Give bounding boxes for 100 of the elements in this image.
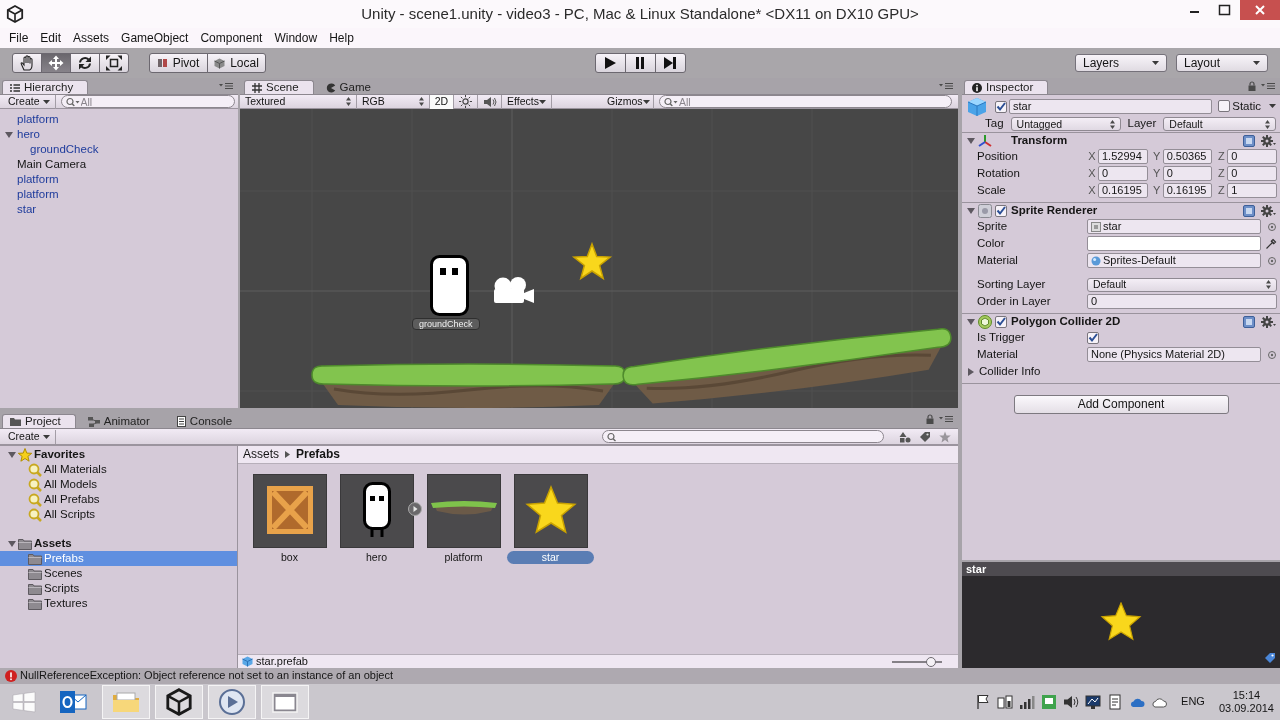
pause-button[interactable] bbox=[624, 53, 656, 73]
effects-dropdown[interactable]: Effects bbox=[502, 94, 552, 109]
hierarchy-item[interactable]: Main Camera bbox=[17, 157, 87, 172]
tree-item[interactable]: Favorites bbox=[8, 447, 86, 462]
panel-tab[interactable]: Inspector bbox=[964, 80, 1049, 94]
signal-bars-icon[interactable] bbox=[1019, 694, 1036, 710]
gear-icon[interactable] bbox=[1261, 204, 1276, 217]
clock-date[interactable]: 03.09.2014 bbox=[1218, 702, 1274, 715]
clock-time[interactable]: 15:14 bbox=[1232, 689, 1261, 702]
gear-icon[interactable] bbox=[1261, 134, 1276, 147]
help-icon[interactable] bbox=[1243, 134, 1255, 147]
panel-tab[interactable]: Console bbox=[168, 414, 248, 428]
number-field[interactable]: 0 bbox=[1162, 166, 1213, 181]
tree-item[interactable]: Scenes bbox=[28, 566, 83, 581]
asset-label[interactable]: platform bbox=[438, 551, 489, 564]
sorting-layer-dropdown[interactable]: Default bbox=[1087, 277, 1277, 292]
tag-icon[interactable] bbox=[919, 430, 931, 443]
search-field[interactable]: All bbox=[659, 95, 952, 108]
play-button[interactable] bbox=[594, 53, 626, 73]
help-icon[interactable] bbox=[1243, 315, 1255, 328]
disclosure-triangle-icon[interactable] bbox=[967, 318, 975, 325]
layout-dropdown[interactable]: Layout bbox=[1176, 54, 1268, 72]
tree-item[interactable]: Scripts bbox=[28, 581, 80, 596]
asset-label[interactable]: star bbox=[507, 551, 594, 564]
platform-thumbnail[interactable] bbox=[426, 474, 501, 548]
close-button[interactable] bbox=[1240, 0, 1280, 20]
help-icon[interactable] bbox=[1243, 204, 1255, 217]
tag-icon[interactable] bbox=[1264, 652, 1276, 664]
asset-label[interactable]: hero bbox=[360, 551, 393, 564]
checkbox[interactable] bbox=[1087, 331, 1099, 344]
tree-item[interactable]: All Prefabs bbox=[28, 492, 100, 507]
gear-icon[interactable] bbox=[1261, 315, 1276, 328]
step-button[interactable] bbox=[654, 53, 686, 73]
star-thumbnail[interactable] bbox=[513, 474, 588, 548]
panel-menu-icon[interactable] bbox=[939, 82, 953, 90]
search-field[interactable]: All bbox=[60, 95, 235, 108]
hierarchy-item[interactable]: groundCheck bbox=[30, 142, 99, 157]
panel-tab[interactable]: Project bbox=[2, 414, 76, 428]
object-picker-icon[interactable] bbox=[1267, 349, 1277, 360]
add-component-button[interactable]: Add Component bbox=[1013, 395, 1229, 414]
disclosure-triangle-icon[interactable] bbox=[8, 540, 16, 547]
disclosure-triangle-icon[interactable] bbox=[967, 367, 975, 376]
breadcrumb-link[interactable]: Assets bbox=[243, 447, 279, 462]
menu-item[interactable]: Edit bbox=[34, 30, 68, 46]
number-field[interactable]: 0 bbox=[1227, 166, 1277, 181]
enabled-checkbox[interactable] bbox=[995, 204, 1007, 217]
disclosure-triangle-icon[interactable] bbox=[967, 207, 975, 214]
tag-dropdown[interactable]: Untagged bbox=[1010, 117, 1121, 131]
panel-tab[interactable]: Hierarchy bbox=[2, 80, 89, 94]
taskbar-button[interactable] bbox=[155, 685, 203, 719]
disclosure-triangle-icon[interactable] bbox=[967, 137, 975, 144]
pivot-button[interactable]: Pivot bbox=[149, 53, 208, 73]
hierarchy-item[interactable]: platform bbox=[17, 187, 59, 202]
lock-icon[interactable] bbox=[926, 414, 934, 424]
active-checkbox[interactable] bbox=[995, 100, 1007, 113]
color-field[interactable] bbox=[1087, 236, 1261, 251]
menu-item[interactable]: Assets bbox=[67, 30, 116, 46]
create-dropdown[interactable]: Create bbox=[3, 429, 56, 444]
menu-item[interactable]: Component bbox=[194, 30, 269, 46]
flag-icon[interactable] bbox=[975, 694, 992, 710]
tree-item[interactable]: All Models bbox=[28, 477, 98, 492]
2d-toggle[interactable]: 2D bbox=[430, 94, 454, 109]
slider-thumb[interactable] bbox=[926, 656, 936, 667]
panel-tab[interactable]: Game bbox=[317, 80, 386, 94]
menu-item[interactable]: Window bbox=[268, 30, 324, 46]
gizmos-dropdown[interactable]: Gizmos bbox=[602, 94, 654, 109]
layer-dropdown[interactable]: Default bbox=[1163, 117, 1276, 131]
crate-thumbnail[interactable] bbox=[252, 474, 327, 548]
layers-dropdown[interactable]: Layers bbox=[1075, 54, 1167, 72]
hierarchy-item[interactable]: star bbox=[17, 202, 37, 217]
shading-dropdown[interactable]: Textured bbox=[240, 94, 357, 109]
disclosure-triangle-icon[interactable] bbox=[5, 131, 13, 138]
panel-tab[interactable]: Animator bbox=[79, 414, 165, 428]
panel-menu-icon[interactable] bbox=[219, 82, 233, 90]
disclosure-triangle-icon[interactable] bbox=[8, 451, 16, 458]
object-field[interactable]: star bbox=[1087, 219, 1261, 234]
menu-item[interactable]: Help bbox=[323, 30, 360, 46]
object-picker-icon[interactable] bbox=[1267, 255, 1277, 266]
panel-menu-icon[interactable] bbox=[939, 415, 953, 423]
number-field[interactable]: 0.50365 bbox=[1162, 149, 1213, 164]
number-field[interactable]: 0.16195 bbox=[1162, 183, 1213, 198]
star-icon[interactable] bbox=[939, 430, 951, 443]
tool-button[interactable] bbox=[99, 53, 129, 73]
devices-icon[interactable] bbox=[997, 694, 1014, 710]
number-field[interactable]: 1 bbox=[1227, 183, 1277, 198]
number-field[interactable]: 0 bbox=[1087, 294, 1277, 309]
menu-item[interactable]: GameObject bbox=[115, 30, 195, 46]
name-field[interactable]: star bbox=[1009, 99, 1213, 114]
lock-icon[interactable] bbox=[1248, 81, 1256, 91]
object-picker-icon[interactable] bbox=[1267, 221, 1277, 232]
document-icon[interactable] bbox=[1107, 694, 1124, 710]
speaker-icon[interactable] bbox=[1063, 694, 1080, 710]
square-app-icon[interactable] bbox=[1041, 694, 1058, 710]
caret-icon[interactable] bbox=[1269, 104, 1276, 109]
panel-tab[interactable]: Scene bbox=[244, 80, 314, 94]
search-field[interactable] bbox=[602, 430, 884, 443]
tree-item[interactable]: All Materials bbox=[28, 462, 107, 477]
enabled-checkbox[interactable] bbox=[995, 315, 1007, 328]
number-field[interactable]: 1.52994 bbox=[1098, 149, 1148, 164]
hierarchy-item[interactable]: platform bbox=[17, 112, 59, 127]
